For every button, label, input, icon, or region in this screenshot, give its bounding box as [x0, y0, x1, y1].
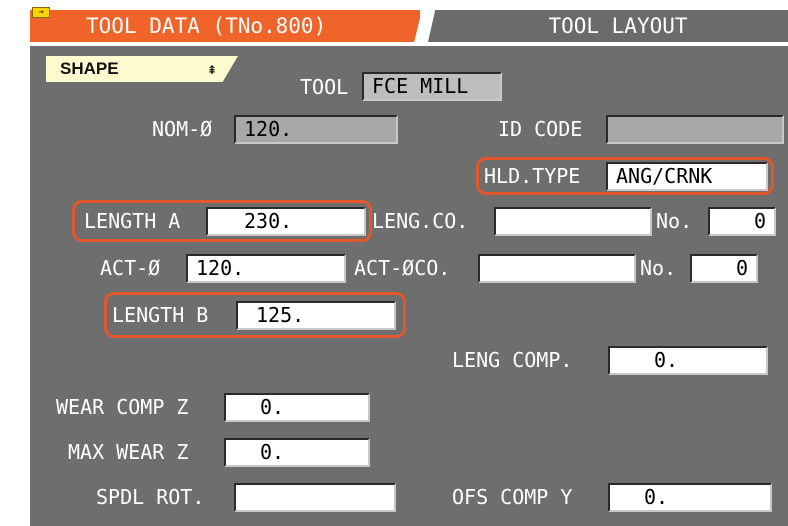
chevron-up-double-icon[interactable]: ⇞ [200, 56, 224, 82]
ofs-comp-y-label: OFS COMP Y [452, 485, 573, 509]
tool-field[interactable]: FCE MILL [362, 72, 502, 101]
spdl-rot-label: SPDL ROT. [96, 485, 205, 509]
nom-diameter-field[interactable]: 120. [234, 115, 398, 144]
no-label-2: No. [640, 256, 677, 280]
max-wear-z-field[interactable]: 0. [224, 438, 370, 467]
leng-comp-label: LENG COMP. [452, 348, 573, 372]
no-field-1[interactable]: 0 [708, 207, 776, 236]
wear-comp-z-field[interactable]: 0. [224, 393, 370, 422]
act-diameter-co-field[interactable] [478, 254, 636, 283]
length-b-label: LENGTH B [112, 303, 209, 327]
leng-comp-field[interactable]: 0. [608, 346, 768, 375]
leng-co-field[interactable] [494, 207, 652, 236]
tool-label: TOOL [300, 75, 349, 99]
ofs-comp-y-field[interactable]: 0. [608, 483, 772, 512]
tab-tool-data[interactable]: TOOL DATA (TNo.800) [30, 10, 422, 42]
max-wear-z-label: MAX WEAR Z [68, 440, 189, 464]
tool-data-screen: TOOL DATA (TNo.800) ⇥ TOOL LAYOUT SHAPE … [0, 0, 788, 526]
id-code-label: ID CODE [498, 117, 583, 141]
leng-co-label: LENG.CO. [372, 209, 469, 233]
length-a-label: LENGTH A [84, 209, 181, 233]
act-diameter-label: ACT-Ø [100, 256, 161, 280]
length-b-field[interactable]: 125. [236, 301, 396, 330]
hld-type-label: HLD.TYPE [484, 164, 581, 188]
id-code-field[interactable] [606, 115, 784, 144]
act-diameter-co-label: ACT-ØCO. [354, 256, 451, 280]
marker-icon: ⇥ [32, 7, 50, 18]
nom-diameter-label: NOM-Ø [152, 117, 213, 141]
no-field-2[interactable]: 0 [690, 254, 758, 283]
wear-comp-z-label: WEAR COMP Z [56, 395, 189, 419]
act-diameter-field[interactable]: 120. [186, 254, 346, 283]
hld-type-field[interactable]: ANG/CRNK [606, 162, 768, 191]
spdl-rot-field[interactable] [234, 483, 396, 512]
length-a-field[interactable]: 230. [206, 207, 366, 236]
tab-tool-layout[interactable]: TOOL LAYOUT [428, 10, 788, 42]
no-label-1: No. [656, 209, 693, 233]
